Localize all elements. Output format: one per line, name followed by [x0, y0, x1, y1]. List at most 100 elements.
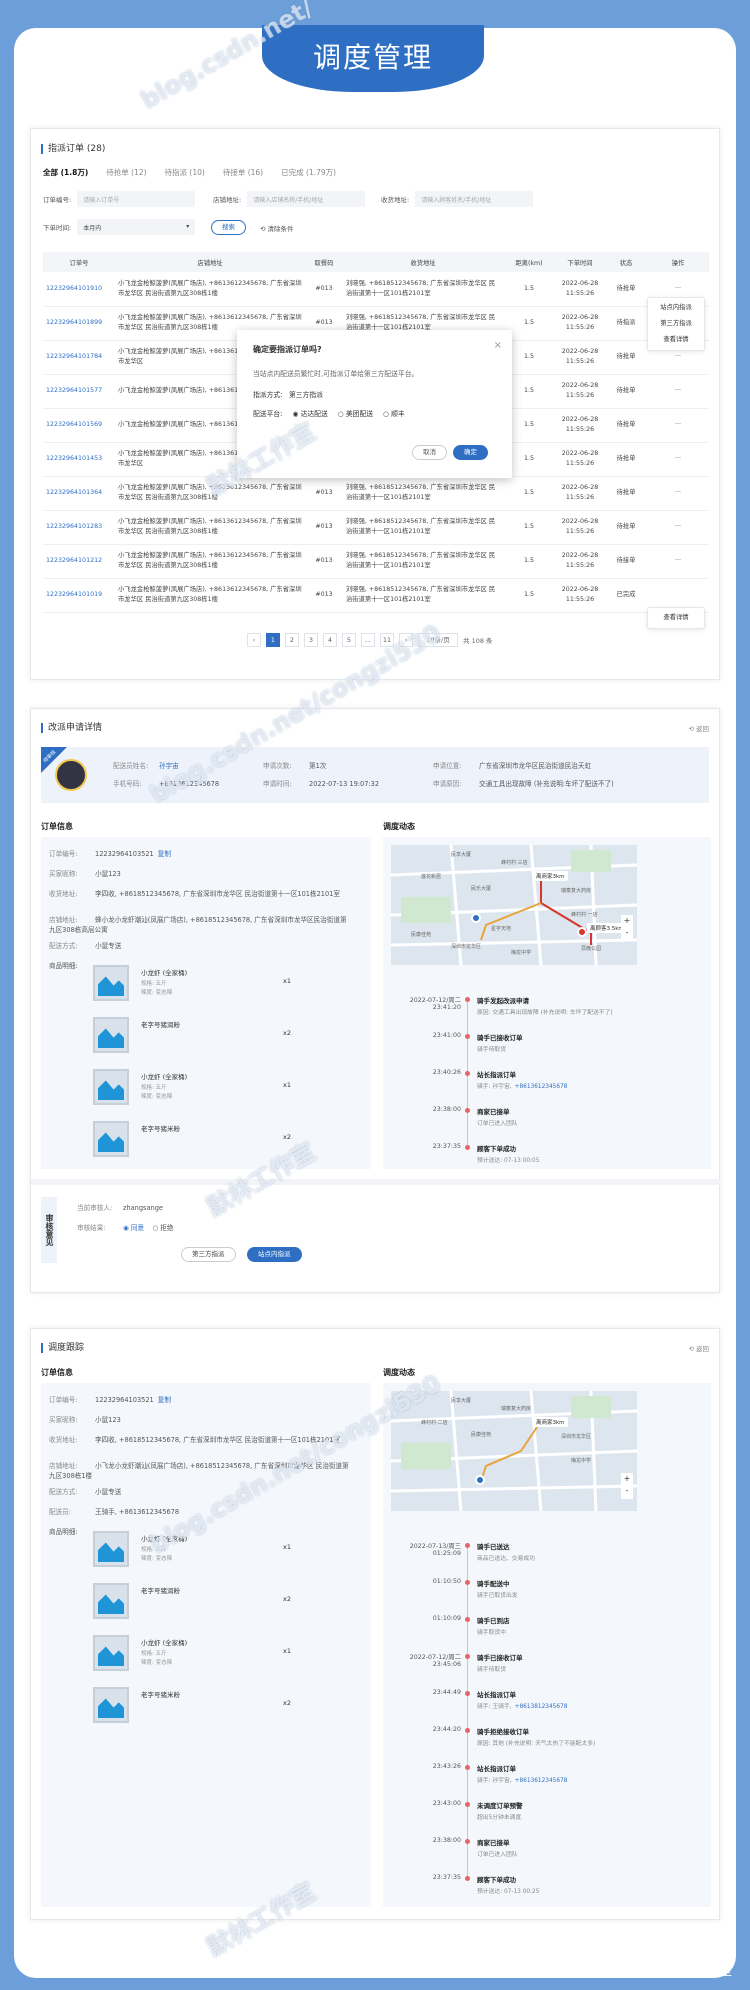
timeline-time: 23:40:26	[432, 1069, 461, 1076]
order-id-cell[interactable]: 12232964101899	[43, 306, 115, 341]
filter-time: 下单时间: 本月内 ▾	[43, 219, 196, 235]
order-id-cell[interactable]: 12232964101212	[43, 544, 115, 579]
timeline-phone-link[interactable]: +8613812345678	[515, 1704, 568, 1710]
timeline-phone-link[interactable]: +8613612345678	[515, 1778, 568, 1784]
action-cell[interactable]: ···	[647, 374, 709, 409]
radio-reject[interactable]: ○ 拒绝	[152, 1224, 173, 1232]
page-size-select[interactable]: 10条/页	[418, 633, 458, 647]
page-ellipsis: ...	[361, 633, 375, 647]
radio-sf[interactable]: ○ 顺丰	[383, 408, 405, 418]
timeline-dot	[465, 1543, 470, 1548]
next-page-button[interactable]: ›	[399, 633, 413, 647]
page-button[interactable]: 4	[323, 633, 337, 647]
page-button[interactable]: 11	[380, 633, 394, 647]
action-cell[interactable]: ···	[647, 476, 709, 511]
shop-address-input[interactable]: 请输入店铺名称/手机/地址	[247, 191, 366, 207]
distance-cell: 1.5	[503, 510, 555, 545]
info-label: 收货地址:	[49, 1436, 78, 1444]
zoom-control[interactable]: + -	[621, 915, 633, 941]
action-cell[interactable]: ···	[647, 544, 709, 579]
third-party-assign-button[interactable]: 第三方指派	[181, 1247, 236, 1262]
action-cell[interactable]: ···	[647, 510, 709, 545]
order-id-cell[interactable]: 12232964101910	[43, 272, 115, 307]
receive-address-input[interactable]: 请输入顾客姓名/手机/地址	[415, 191, 534, 207]
platform-option: 顺丰	[391, 410, 405, 418]
info-row: 配送方式: 小鼠专送	[49, 941, 349, 951]
shop-cell: 小飞龙金枪鲸菠萝(凤展广场店), +8613612345678, 广东省深圳市龙…	[115, 272, 305, 307]
timeline-detail: 预计送达: 07-13 00:25	[477, 1886, 539, 1895]
back-button[interactable]: ⟲ 返回	[688, 1343, 709, 1353]
radio-agree[interactable]: ◉ 同意	[123, 1224, 144, 1232]
order-id-cell[interactable]: 12232964101577	[43, 374, 115, 409]
info-label: 买家昵称:	[49, 870, 78, 878]
page-button[interactable]: 5	[342, 633, 356, 647]
menu-item-site-assign[interactable]: 站点内指派	[648, 300, 704, 316]
timeline-time: 23:37:35	[432, 1874, 461, 1881]
menu-item-view-detail[interactable]: 查看详情	[648, 332, 704, 348]
timeline-dot	[465, 997, 470, 1002]
timeline-time: 01:10:50	[432, 1578, 461, 1585]
order-id-cell[interactable]: 12232964101364	[43, 476, 115, 511]
map-label: 梅龙中学	[571, 1458, 592, 1464]
action-cell[interactable]: ···	[647, 442, 709, 477]
timeline-dot	[465, 1876, 470, 1881]
radio-meituan[interactable]: ○ 美团配送	[338, 408, 373, 418]
col-header: 操作	[671, 259, 685, 267]
tab-accept[interactable]: 待接单 (16)	[223, 167, 263, 178]
tab-done[interactable]: 已完成 (1.79万)	[281, 167, 336, 178]
order-time-select[interactable]: 本月内 ▾	[77, 219, 196, 235]
back-button[interactable]: ⟲ 返回	[688, 723, 709, 733]
timeline-event: 商家已接单	[477, 1839, 510, 1847]
dispatch-title: 调度动态	[383, 1368, 415, 1377]
prev-page-button[interactable]: ‹	[247, 633, 261, 647]
order-id-cell[interactable]: 12232964101569	[43, 408, 115, 443]
menu-item-view-detail[interactable]: 查看详情	[648, 610, 704, 626]
page-button[interactable]: 2	[285, 633, 299, 647]
page-button[interactable]: 1	[266, 633, 280, 647]
copy-link[interactable]: 复制	[158, 850, 171, 858]
goods-spice: 辣度: 变态辣	[141, 1660, 173, 1666]
order-number-input[interactable]: 请输入订单号	[77, 191, 196, 207]
radio-dada[interactable]: ◉ 达达配送	[292, 408, 327, 418]
zoom-out-icon[interactable]: -	[626, 928, 629, 937]
goods-name: 小龙虾 (全家桶)	[141, 1535, 188, 1543]
timeline-detail-text: 骑手待取货	[477, 1667, 506, 1673]
order-id-cell[interactable]: 12232964101784	[43, 340, 115, 375]
info-row: 订单编号: 12232964103521 复制	[49, 1395, 349, 1405]
tab-all[interactable]: 全部 (1.8万)	[43, 167, 88, 178]
filter-time-label: 下单时间:	[43, 224, 72, 232]
order-id-cell[interactable]: 12232964101019	[43, 578, 115, 613]
cancel-button[interactable]: 取消	[412, 445, 447, 460]
info-value: 小鼠专送	[95, 942, 122, 950]
confirm-button[interactable]: 确定	[453, 445, 488, 460]
code-cell: #013	[305, 476, 343, 511]
timeline-detail: 骑手: 王骑手, +8613812345678	[477, 1701, 567, 1710]
distance-cell: 1.5	[503, 544, 555, 579]
timeline-detail-text: 预计送达: 07-13 00:25	[477, 1889, 540, 1895]
tab-grab[interactable]: 待抢单 (12)	[106, 167, 146, 178]
goods-qty: x1	[283, 977, 291, 985]
zoom-control[interactable]: + -	[621, 1473, 633, 1499]
action-cell[interactable]: ···	[647, 408, 709, 443]
zoom-in-icon[interactable]: +	[624, 1474, 631, 1483]
timeline-dot	[465, 1108, 470, 1113]
copy-link[interactable]: 复制	[158, 1396, 171, 1404]
order-id-cell[interactable]: 12232964101453	[43, 442, 115, 477]
menu-item-third-assign[interactable]: 第三方指派	[648, 316, 704, 332]
site-assign-button[interactable]: 站点内指派	[247, 1247, 302, 1262]
timeline-time: 23:38:00	[432, 1837, 461, 1844]
timeline-dot	[465, 1765, 470, 1770]
timeline-phone-link[interactable]: +8613612345678	[515, 1084, 568, 1090]
goods-image-icon	[93, 1531, 129, 1567]
close-icon[interactable]: ×	[494, 340, 502, 351]
clear-filter-button[interactable]: ⟲ 清除条件	[260, 223, 294, 233]
track-panel: 调度跟踪 ⟲ 返回 订单信息 调度动态 离商家3km + - 订单编号: 12232…	[30, 1328, 720, 1920]
tab-assign[interactable]: 待指派 (10)	[165, 167, 205, 178]
shop-cell: 小飞龙金枪鲸菠萝(凤展广场店), +8613612345678, 广东省深圳市龙…	[115, 476, 305, 511]
page-button[interactable]: 3	[304, 633, 318, 647]
zoom-out-icon[interactable]: -	[626, 1486, 629, 1495]
order-id-cell[interactable]: 12232964101283	[43, 510, 115, 545]
search-button[interactable]: 搜索	[211, 220, 246, 235]
zoom-in-icon[interactable]: +	[624, 916, 631, 925]
pagination: ‹ 1 2 3 4 5 ... 11 › 10条/页 共 108 条	[247, 633, 493, 647]
